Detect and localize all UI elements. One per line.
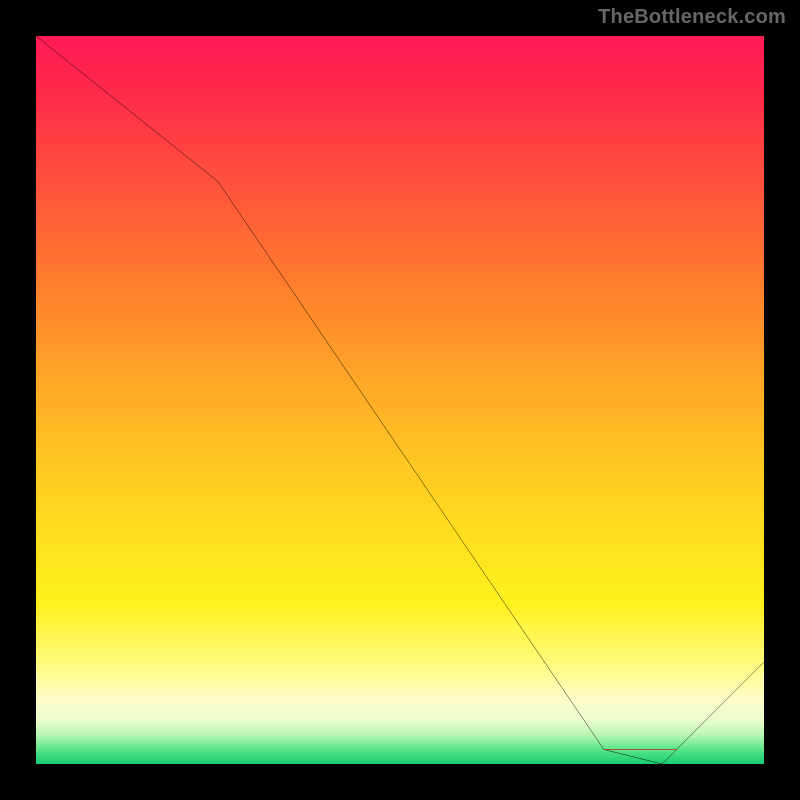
curve-path (36, 36, 764, 764)
bottleneck-curve (36, 36, 764, 764)
chart-stage: TheBottleneck.com (0, 0, 800, 800)
plot-frame (32, 32, 768, 768)
attribution-text: TheBottleneck.com (598, 6, 786, 29)
